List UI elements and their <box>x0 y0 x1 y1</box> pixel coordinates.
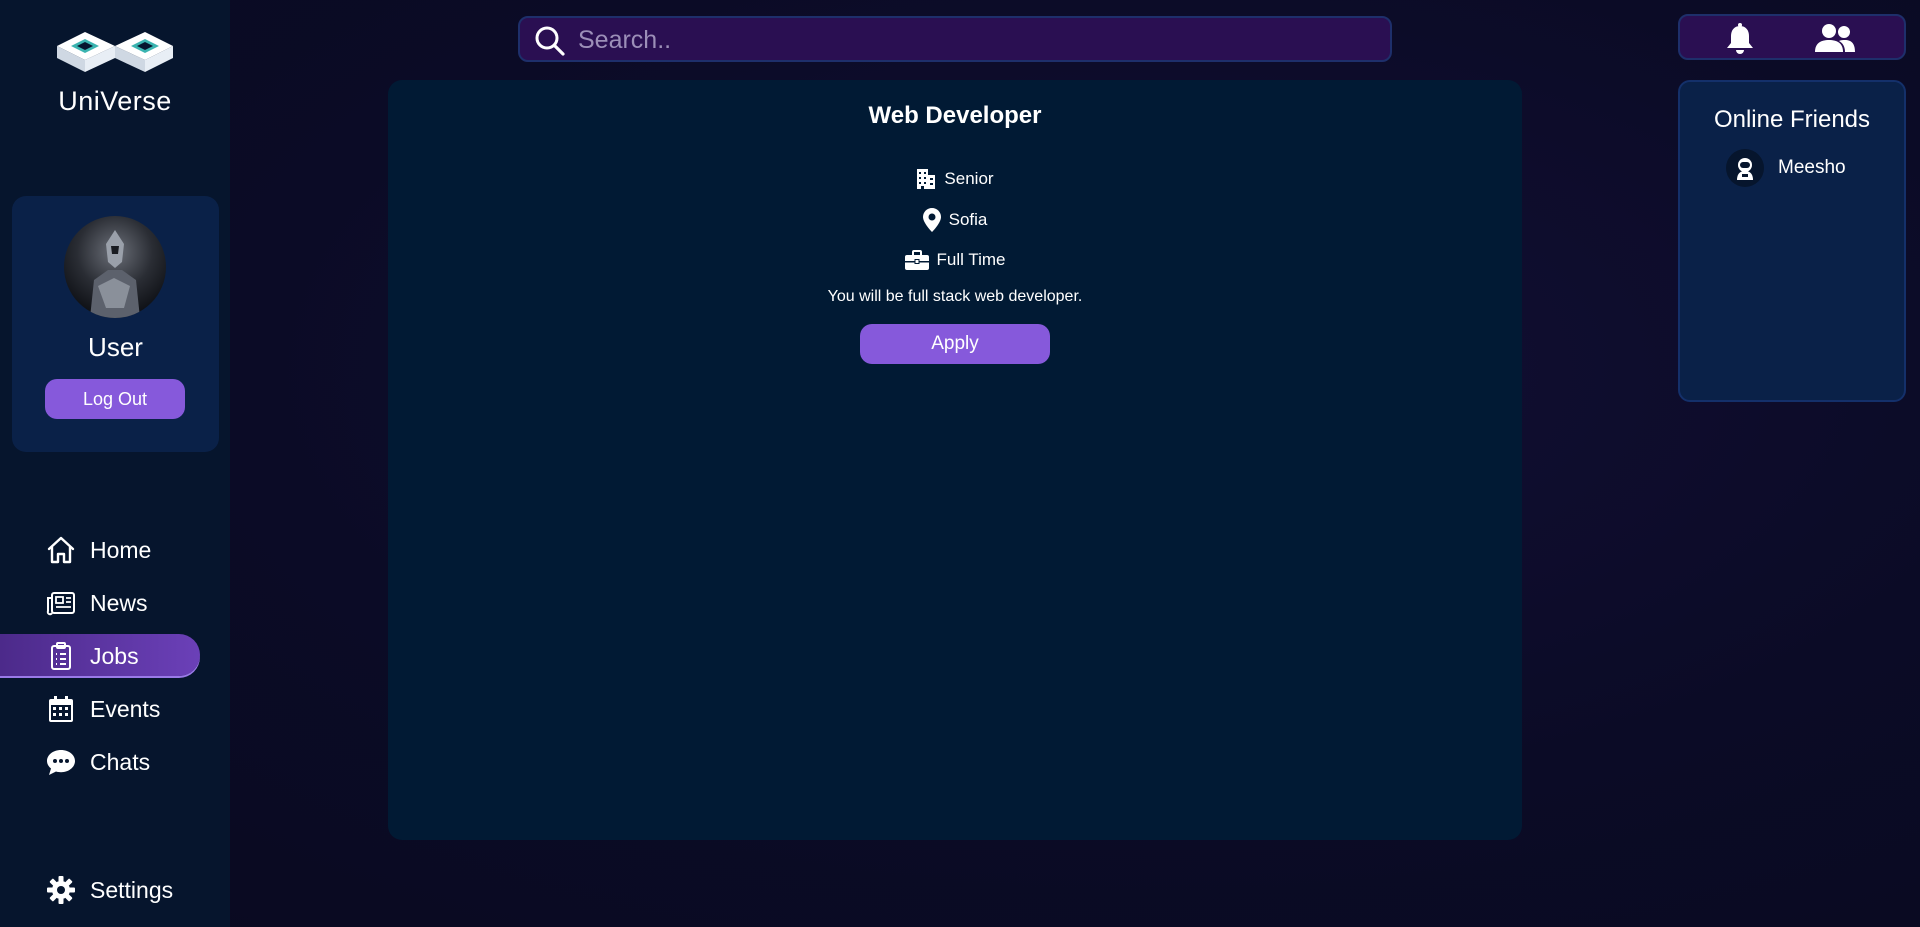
job-level: Senior <box>944 169 994 188</box>
nav-label-home: Home <box>90 537 152 563</box>
location-pin-icon <box>922 208 941 232</box>
friends-icon[interactable] <box>1815 24 1855 52</box>
app-name: UniVerse <box>58 86 172 116</box>
astronaut-avatar-icon <box>1737 158 1753 180</box>
friends-title: Online Friends <box>1713 106 1871 133</box>
nav-item-chats[interactable]: Chats <box>0 740 200 782</box>
gear-icon <box>47 876 75 904</box>
clipboard-icon <box>51 642 71 670</box>
home-icon <box>47 536 75 564</box>
friend-name: Meesho <box>1778 157 1846 178</box>
infinity-logo-icon <box>57 32 173 72</box>
nav-item-news[interactable]: News <box>0 581 200 623</box>
nav-label-news: News <box>90 590 148 616</box>
building-icon <box>917 169 936 189</box>
knight-avatar-icon <box>90 230 140 318</box>
job-type-row: Full Time <box>388 250 1522 270</box>
chat-icon <box>47 750 75 775</box>
job-location-row: Sofia <box>388 208 1522 232</box>
search-icon[interactable] <box>534 25 566 57</box>
briefcase-icon <box>904 250 929 270</box>
profile-card: User Log Out <box>12 196 219 452</box>
nav-item-events[interactable]: Events <box>0 687 200 729</box>
top-actions <box>1678 14 1906 60</box>
job-type: Full Time <box>936 250 1006 269</box>
online-friends-panel: Online Friends Meesho <box>1678 80 1906 402</box>
job-level-row: Senior <box>388 168 1522 190</box>
job-card: Web Developer Senior Sofia Full Time You… <box>388 80 1522 840</box>
nav-label-chats: Chats <box>90 749 151 775</box>
bell-icon[interactable] <box>1726 23 1754 55</box>
friend-avatar <box>1726 149 1764 187</box>
calendar-icon <box>49 696 73 722</box>
nav-item-jobs[interactable]: Jobs <box>0 634 200 676</box>
search-bar <box>518 16 1392 62</box>
job-location: Sofia <box>948 210 988 229</box>
logout-button[interactable]: Log Out <box>45 379 185 419</box>
nav-item-settings[interactable]: Settings <box>0 868 200 910</box>
nav-item-home[interactable]: Home <box>0 528 200 570</box>
apply-button[interactable]: Apply <box>860 324 1050 364</box>
search-input[interactable] <box>578 24 1358 56</box>
app-logo[interactable]: UniVerse <box>40 20 190 120</box>
avatar[interactable] <box>64 216 166 318</box>
job-description: You will be full stack web developer. <box>827 288 1083 305</box>
user-name: User <box>88 332 143 362</box>
job-title: Web Developer <box>868 102 1042 129</box>
friend-item[interactable]: Meesho <box>1726 148 1846 188</box>
newspaper-icon <box>46 592 75 616</box>
nav-label-jobs: Jobs <box>90 643 139 669</box>
sidebar: UniVerse User Log Out Home News Jobs Eve… <box>0 0 230 927</box>
nav-label-settings: Settings <box>90 877 174 903</box>
nav-label-events: Events <box>90 696 161 722</box>
